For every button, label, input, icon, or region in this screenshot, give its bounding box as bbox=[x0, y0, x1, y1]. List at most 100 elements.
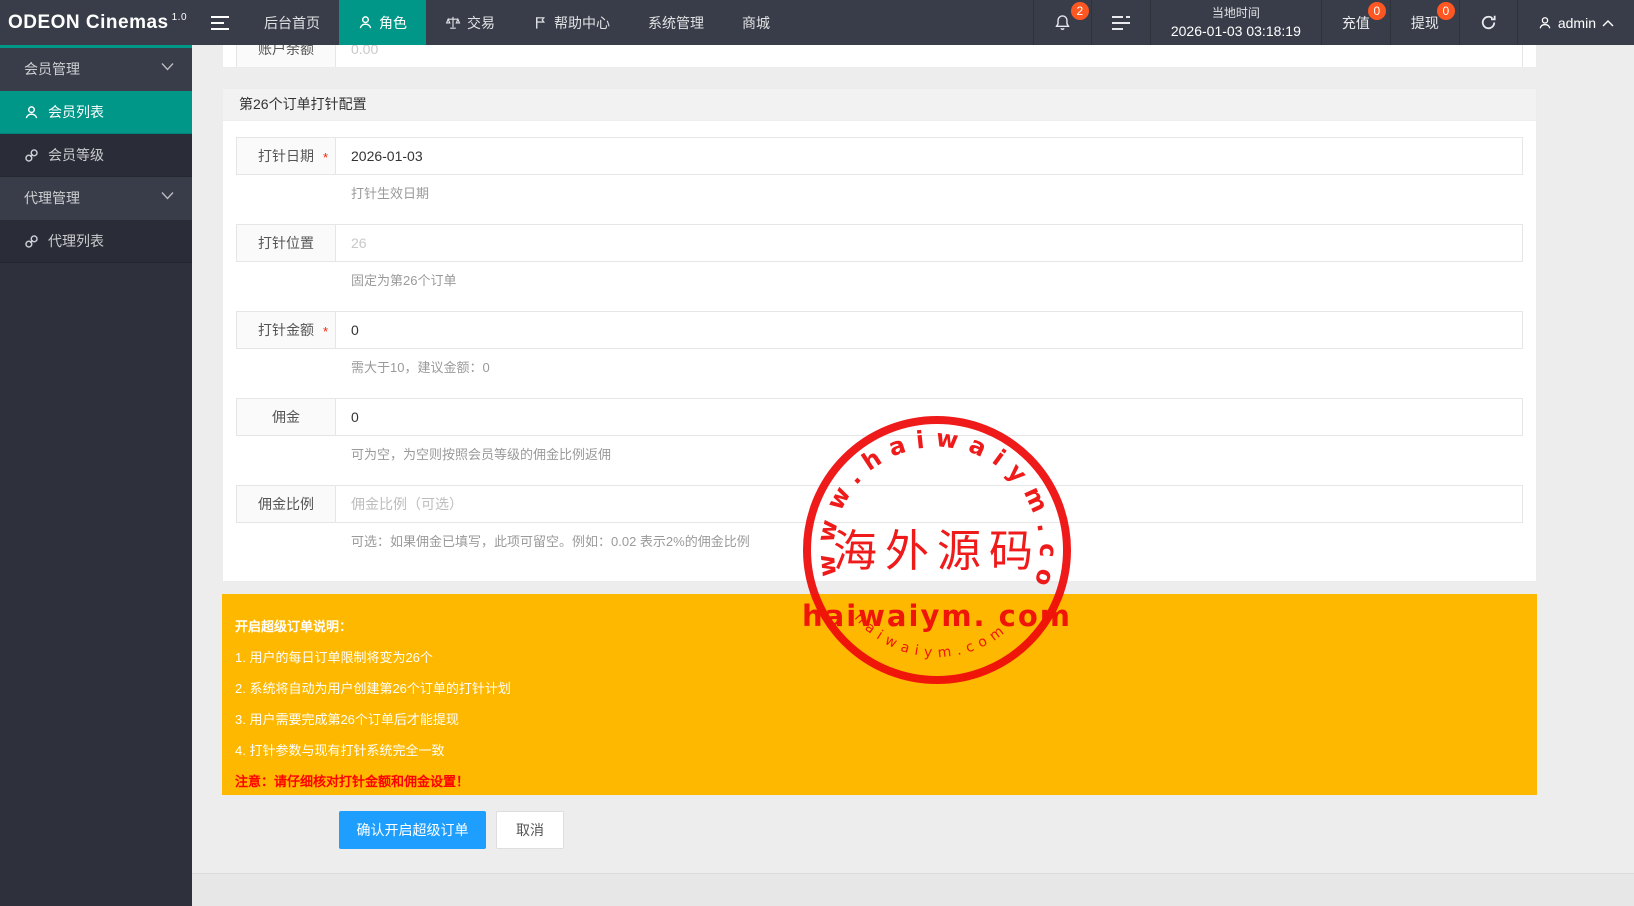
refresh-button[interactable] bbox=[1459, 0, 1517, 45]
form-row: 佣金比例 bbox=[236, 485, 1523, 523]
field-help: 可为空，为空则按照会员等级的佣金比例返佣 bbox=[351, 446, 1523, 463]
username: admin bbox=[1558, 15, 1596, 31]
field-label-text: 打针金额 bbox=[258, 322, 314, 338]
nav-item-label: 帮助中心 bbox=[554, 13, 610, 33]
recharge-button[interactable]: 充值 0 bbox=[1321, 0, 1390, 45]
notice-title: 开启超级订单说明： bbox=[235, 611, 1517, 634]
inject-position-input[interactable] bbox=[336, 224, 1523, 262]
config-form: 打针日期 * 打针生效日期 打针位置 固定为第26个订单 bbox=[223, 121, 1536, 550]
field-help: 可选：如果佣金已填写，此项可留空。例如：0.02 表示2%的佣金比例 bbox=[351, 533, 1523, 550]
nav-item-label: 系统管理 bbox=[648, 13, 704, 33]
cancel-button[interactable]: 取消 bbox=[496, 811, 564, 849]
form-actions: 确认开启超级订单 取消 bbox=[222, 811, 1537, 849]
recharge-badge: 0 bbox=[1368, 2, 1386, 20]
sidebar-item-member-level[interactable]: 会员等级 bbox=[0, 134, 192, 177]
field-commission-rate: 佣金比例 可选：如果佣金已填写，此项可留空。例如：0.02 表示2%的佣金比例 bbox=[236, 485, 1523, 550]
nav-item-help-center[interactable]: 帮助中心 bbox=[514, 0, 629, 45]
field-label-text: 打针位置 bbox=[258, 235, 314, 251]
inject-date-input[interactable] bbox=[336, 137, 1523, 175]
form-row: 打针位置 bbox=[236, 224, 1523, 262]
sidebar: 会员管理 会员列表 会员等级 代理管理 代理列表 bbox=[0, 45, 192, 906]
withdraw-button[interactable]: 提现 0 bbox=[1390, 0, 1459, 45]
sidebar-item-agent-list[interactable]: 代理列表 bbox=[0, 220, 192, 263]
chevron-down-icon bbox=[161, 62, 174, 71]
nav-item-dashboard[interactable]: 后台首页 bbox=[245, 0, 339, 45]
sidebar-item-label: 会员列表 bbox=[48, 102, 104, 122]
bell-icon bbox=[1054, 14, 1071, 31]
inject-amount-input[interactable] bbox=[336, 311, 1523, 349]
section-title: 第26个订单打针配置 bbox=[223, 89, 1536, 121]
field-label-text: 打针日期 bbox=[258, 148, 314, 164]
flag-icon bbox=[533, 15, 548, 30]
content-bottom-edge bbox=[192, 873, 1634, 906]
local-time-display: 当地时间 2026-01-03 03:18:19 bbox=[1150, 0, 1321, 45]
nav-item-label: 角色 bbox=[379, 13, 407, 33]
hamburger-icon bbox=[211, 16, 229, 30]
app-logo: ODEON Cinemas 1.0 bbox=[0, 0, 195, 45]
sidebar-item-label: 会员等级 bbox=[48, 145, 104, 165]
chevron-down-icon bbox=[161, 191, 174, 200]
field-label: 佣金比例 bbox=[236, 485, 336, 523]
sidebar-item-member-list[interactable]: 会员列表 bbox=[0, 91, 192, 134]
field-inject-amount: 打针金额 * 需大于10，建议金额：0 bbox=[236, 311, 1523, 376]
field-inject-position: 打针位置 固定为第26个订单 bbox=[236, 224, 1523, 289]
form-row-balance: 账户余额 bbox=[236, 45, 1523, 68]
notice-line: 3. 用户需要完成第26个订单后才能提现 bbox=[235, 704, 1517, 727]
sidebar-group-label: 代理管理 bbox=[24, 190, 80, 206]
field-inject-date: 打针日期 * 打针生效日期 bbox=[236, 137, 1523, 202]
nav-item-label: 交易 bbox=[467, 13, 495, 33]
app-version: 1.0 bbox=[172, 12, 187, 23]
balance-field-label: 账户余额 bbox=[236, 45, 336, 68]
collapse-sidebar-button[interactable] bbox=[195, 0, 245, 45]
local-time-label: 当地时间 bbox=[1212, 5, 1260, 22]
super-order-notice: 开启超级订单说明： 1. 用户的每日订单限制将变为26个 2. 系统将自动为用户… bbox=[222, 594, 1537, 795]
notice-line: 4. 打针参数与现有打针系统完全一致 bbox=[235, 735, 1517, 758]
nav-item-roles[interactable]: 角色 bbox=[339, 0, 426, 45]
field-help: 需大于10，建议金额：0 bbox=[351, 359, 1523, 376]
field-label: 打针日期 * bbox=[236, 137, 336, 175]
link-icon bbox=[24, 234, 39, 249]
notification-badge: 2 bbox=[1071, 2, 1089, 20]
refresh-icon bbox=[1480, 14, 1497, 31]
sidebar-group-member-management[interactable]: 会员管理 bbox=[0, 48, 192, 91]
nav-item-system[interactable]: 系统管理 bbox=[629, 0, 723, 45]
nav-item-mall[interactable]: 商城 bbox=[723, 0, 789, 45]
sidebar-group-label: 会员管理 bbox=[24, 61, 80, 77]
person-icon bbox=[358, 15, 373, 30]
sidebar-group-agent-management[interactable]: 代理管理 bbox=[0, 177, 192, 220]
field-help: 打针生效日期 bbox=[351, 185, 1523, 202]
account-balance-card: 账户余额 bbox=[222, 45, 1537, 68]
nav-item-trade[interactable]: 交易 bbox=[426, 0, 514, 45]
form-row: 佣金 bbox=[236, 398, 1523, 436]
confirm-super-order-button[interactable]: 确认开启超级订单 bbox=[339, 811, 486, 849]
navbar-spacer bbox=[789, 0, 1033, 45]
balance-input[interactable] bbox=[336, 45, 1523, 68]
field-help: 固定为第26个订单 bbox=[351, 272, 1523, 289]
nav-item-label: 后台首页 bbox=[264, 13, 320, 33]
notice-line: 2. 系统将自动为用户创建第26个订单的打针计划 bbox=[235, 673, 1517, 696]
commission-rate-input[interactable] bbox=[336, 485, 1523, 523]
commission-input[interactable] bbox=[336, 398, 1523, 436]
form-row: 打针金额 * bbox=[236, 311, 1523, 349]
super-order-config-card: 第26个订单打针配置 打针日期 * 打针生效日期 打针位置 bbox=[222, 88, 1537, 582]
notifications-button[interactable]: 2 bbox=[1033, 0, 1091, 45]
chevron-up-icon bbox=[1602, 19, 1614, 27]
message-list-button[interactable] bbox=[1091, 0, 1150, 45]
withdraw-label: 提现 bbox=[1411, 13, 1439, 33]
person-icon bbox=[1538, 16, 1552, 30]
app-logo-text: ODEON Cinemas bbox=[8, 12, 169, 34]
nav-item-label: 商城 bbox=[742, 13, 770, 33]
field-commission: 佣金 可为空，为空则按照会员等级的佣金比例返佣 bbox=[236, 398, 1523, 463]
field-label-text: 佣金 bbox=[272, 409, 300, 425]
notice-warning: 注意：请仔细核对打针金额和佣金设置！ bbox=[235, 766, 1517, 789]
scales-icon bbox=[445, 15, 461, 30]
field-label: 打针位置 bbox=[236, 224, 336, 262]
form-row: 打针日期 * bbox=[236, 137, 1523, 175]
local-time-value: 2026-01-03 03:18:19 bbox=[1171, 22, 1301, 40]
main-content: 账户余额 第26个订单打针配置 打针日期 * 打针生效日期 打 bbox=[192, 45, 1634, 906]
required-asterisk: * bbox=[323, 314, 328, 350]
user-menu[interactable]: admin bbox=[1517, 0, 1634, 45]
list-icon bbox=[1112, 16, 1130, 30]
link-icon bbox=[24, 148, 39, 163]
required-asterisk: * bbox=[323, 140, 328, 176]
